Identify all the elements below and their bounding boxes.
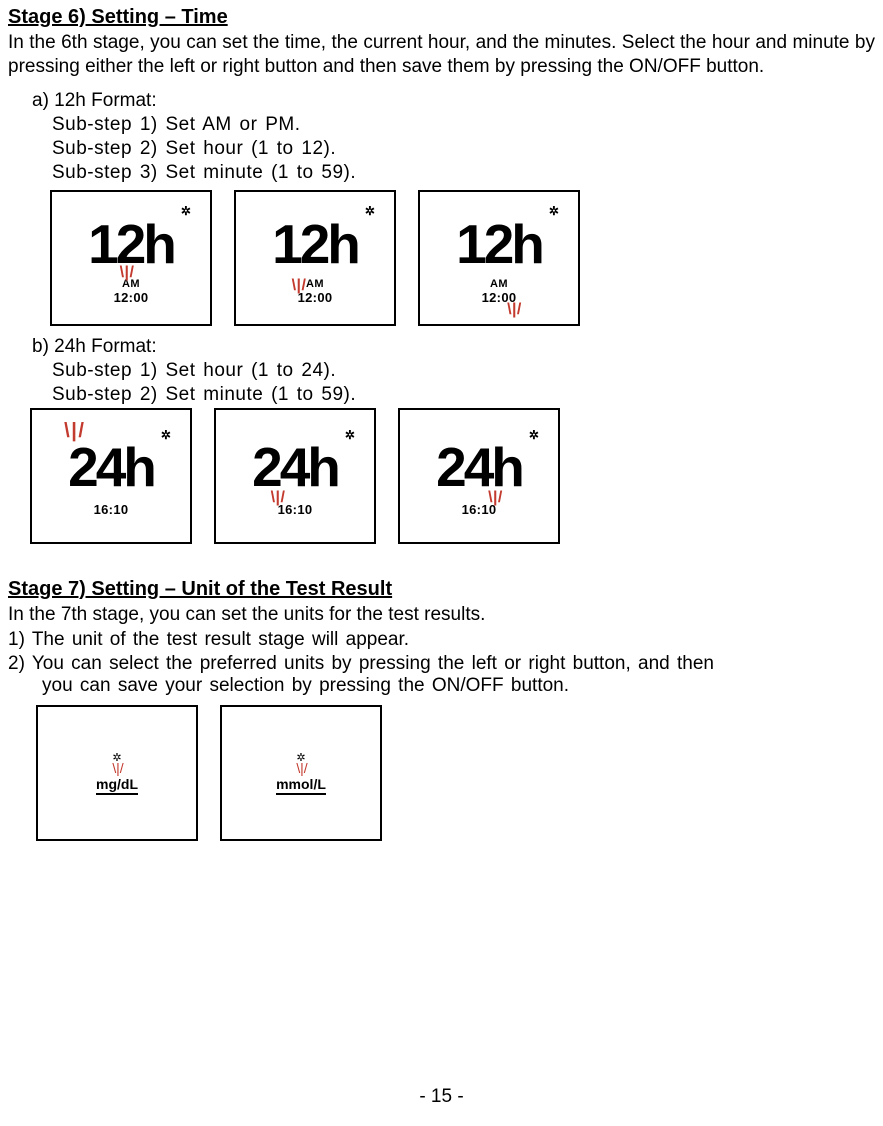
sub-a-step-1: Sub-step 1) Set AM or PM. [52, 114, 875, 136]
lcd-time: 12:00 [482, 290, 517, 305]
lcd-main-value: 24h [252, 440, 338, 495]
lcd-time-wrap: \ | / 12:00 [298, 291, 333, 305]
unit-inner: ✲ \ | / mg/dL [96, 751, 138, 794]
stage6-sub-b: b) 24h Format: Sub-step 1) Set hour (1 t… [32, 336, 875, 544]
sub-a-step-3: Sub-step 3) Set minute (1 to 59). [52, 162, 875, 184]
lcd-dot-icon: ✲ [345, 429, 352, 441]
lcd-12h-step1: 12h ✲ \ | / AM 12:00 [50, 190, 212, 326]
unit-label: mg/dL [96, 776, 138, 795]
lcd-main-value: 24h [436, 440, 522, 495]
sub-a-label: a) 12h Format: [32, 90, 875, 112]
lcd-time-wrap: \ | / 16:10 [462, 503, 497, 517]
lcd-small-block: 16:10 [94, 503, 129, 517]
lcd-time: 12:00 [114, 291, 149, 305]
sub-b-step-2: Sub-step 2) Set minute (1 to 59). [52, 384, 875, 406]
lcd-small-block: \ | / AM 12:00 [114, 279, 149, 304]
stage7-step-2-line2: you can save your selection by pressing … [42, 675, 875, 697]
lcd-main-text: \ | / 24h ✲ [68, 435, 154, 501]
lcd-12h-step2: 12h ✲ AM \ | / 12:00 [234, 190, 396, 326]
sub-b-step-1: Sub-step 1) Set hour (1 to 24). [52, 360, 875, 382]
lcd-main-text: 12h ✲ [272, 211, 358, 277]
sub-b-label: b) 24h Format: [32, 336, 875, 358]
lcd-ampm: AM [122, 279, 140, 291]
stage7-intro: In the 7th stage, you can set the units … [8, 603, 875, 627]
lcd-time: 16:10 [278, 503, 313, 517]
lcd-24h-step2: 24h ✲ \ | / 16:10 [214, 408, 376, 544]
stage6-heading: Stage 6) Setting – Time [8, 6, 875, 29]
lcd-time: 16:10 [462, 502, 497, 517]
lcd-main-value: 12h [272, 217, 358, 272]
highlight-marks-icon: \ | / [112, 763, 121, 774]
stage6-intro: In the 6th stage, you can set the time, … [8, 31, 875, 80]
lcd-main-value: 12h [88, 217, 174, 272]
lcd-time-wrap: 12:00 \ | / [482, 291, 517, 305]
lcd-main-text: 12h ✲ [456, 211, 542, 277]
lcd-dot-icon: ✲ [549, 205, 556, 217]
lcd-main-value: 24h [68, 440, 154, 495]
stage7-steps: 1) The unit of the test result stage wil… [8, 629, 875, 697]
highlight-marks-icon: \ | / [296, 763, 305, 774]
lcd-row-12h: 12h ✲ \ | / AM 12:00 12h ✲ AM \ [50, 190, 875, 326]
lcd-time: 12:00 [298, 290, 333, 305]
lcd-dot-icon: ✲ [365, 205, 372, 217]
stage6-sub-a: a) 12h Format: Sub-step 1) Set AM or PM.… [32, 90, 875, 326]
lcd-24h-step1: \ | / 24h ✲ 16:10 [30, 408, 192, 544]
lcd-small-block: \ | / 16:10 [462, 503, 497, 517]
stage7-step-2-line1: 2) You can select the preferred units by… [8, 653, 714, 674]
lcd-dot-icon: ✲ [529, 429, 536, 441]
unit-lcd-mgdl: ✲ \ | / mg/dL [36, 705, 198, 841]
lcd-time: 16:10 [94, 503, 129, 517]
stage7-heading: Stage 7) Setting – Unit of the Test Resu… [8, 578, 875, 601]
lcd-24h-step3: 24h ✲ \ | / 16:10 [398, 408, 560, 544]
sub-a-step-2: Sub-step 2) Set hour (1 to 12). [52, 138, 875, 160]
lcd-main-value: 12h [456, 217, 542, 272]
lcd-dot-icon: ✲ [181, 205, 188, 217]
lcd-small-block: AM \ | / 12:00 [298, 279, 333, 304]
page-number: - 15 - [0, 1086, 883, 1108]
lcd-small-block: AM 12:00 \ | / [482, 279, 517, 304]
stage7-step-1: 1) The unit of the test result stage wil… [8, 629, 875, 651]
lcd-small-block: \ | / 16:10 [278, 503, 313, 517]
unit-label: mmol/L [276, 776, 326, 795]
lcd-main-text: 24h ✲ [252, 435, 338, 501]
lcd-main-text: 24h ✲ [436, 435, 522, 501]
stage7-step-2: 2) You can select the preferred units by… [8, 653, 875, 697]
unit-inner: ✲ \ | / mmol/L [276, 751, 326, 794]
unit-lcd-mmol: ✲ \ | / mmol/L [220, 705, 382, 841]
unit-lcd-row: ✲ \ | / mg/dL ✲ \ | / mmol/L [36, 705, 875, 841]
lcd-12h-step3: 12h ✲ AM 12:00 \ | / [418, 190, 580, 326]
lcd-dot-icon: ✲ [161, 429, 168, 441]
lcd-row-24h: \ | / 24h ✲ 16:10 24h ✲ \ | / 16:10 [30, 408, 875, 544]
lcd-main-text: 12h ✲ [88, 211, 174, 277]
highlight-marks-icon: \ | / [507, 302, 519, 319]
manual-page: Stage 6) Setting – Time In the 6th stage… [0, 0, 883, 1126]
